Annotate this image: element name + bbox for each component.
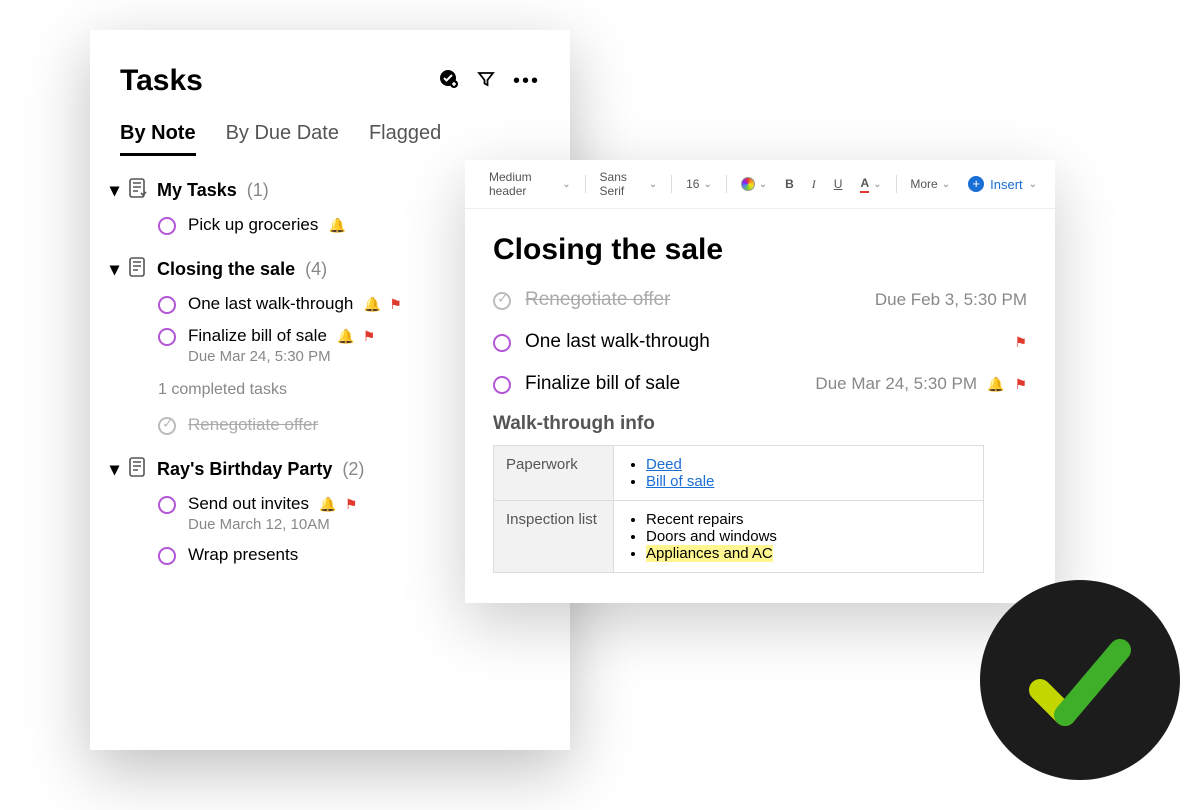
task-text: Renegotiate offer — [188, 415, 318, 434]
more-icon[interactable]: ••• — [513, 70, 540, 93]
task-text: One last walk-through — [525, 331, 710, 353]
tasks-title: Tasks — [120, 64, 439, 98]
table-label[interactable]: Inspection list — [494, 501, 614, 573]
task-text: Renegotiate offer — [525, 289, 670, 311]
insert-button[interactable]: + Insert ⌄ — [968, 176, 1037, 192]
list-item: Deed — [646, 456, 971, 473]
bell-icon: 🔔 — [329, 217, 346, 234]
section-count: (4) — [305, 259, 327, 280]
task-text: Send out invites — [188, 494, 309, 513]
check-badge — [980, 580, 1180, 780]
table-label[interactable]: Paperwork — [494, 446, 614, 501]
section-count: (1) — [247, 180, 269, 201]
list-item: Bill of sale — [646, 473, 971, 490]
table-cell[interactable]: Recent repairs Doors and windows Applian… — [614, 501, 984, 573]
editor-panel: Medium header⌄ Sans Serif⌄ 16⌄ ⌄ B I U A… — [465, 160, 1055, 603]
tasks-header: Tasks ••• — [90, 30, 570, 104]
flag-icon: ⚑ — [345, 496, 358, 513]
text-color-picker[interactable]: ⌄ — [735, 177, 773, 191]
section-name: Closing the sale — [157, 259, 295, 280]
bell-icon: 🔔 — [337, 328, 354, 345]
section-name: Ray's Birthday Party — [157, 459, 332, 480]
task-due: Due Feb 3, 5:30 PM — [875, 290, 1027, 310]
task-checkbox[interactable] — [158, 496, 176, 514]
task-checkbox[interactable] — [158, 296, 176, 314]
task-text: Finalize bill of sale — [188, 326, 327, 345]
info-table[interactable]: Paperwork Deed Bill of sale Inspection l… — [493, 445, 984, 573]
task-text: Finalize bill of sale — [525, 373, 680, 395]
task-due: Due Mar 24, 5:30 PM — [815, 374, 977, 394]
task-due: Due March 12, 10AM — [188, 516, 357, 533]
size-label: 16 — [686, 177, 699, 191]
flag-icon[interactable]: ⚑ — [1014, 334, 1027, 351]
tasks-tabs: By Note By Due Date Flagged — [90, 104, 570, 156]
table-cell[interactable]: Deed Bill of sale — [614, 446, 984, 501]
chevron-down-icon: ▾ — [110, 180, 119, 201]
task-checkbox[interactable] — [158, 417, 176, 435]
task-checkbox[interactable] — [493, 334, 511, 352]
separator — [726, 175, 727, 193]
highlighted-text: Appliances and AC — [646, 545, 773, 562]
separator — [896, 175, 897, 193]
tasks-note-icon — [129, 178, 147, 203]
task-row[interactable]: Renegotiate offer Due Feb 3, 5:30 PM — [493, 279, 1027, 321]
section-count: (2) — [342, 459, 364, 480]
style-label: Medium header — [489, 170, 558, 198]
task-checkbox[interactable] — [493, 376, 511, 394]
task-text: Wrap presents — [188, 545, 298, 564]
separator — [585, 175, 586, 193]
editor-toolbar: Medium header⌄ Sans Serif⌄ 16⌄ ⌄ B I U A… — [465, 160, 1055, 209]
highlight-button[interactable]: A⌄ — [854, 176, 887, 193]
bell-icon: 🔔 — [319, 496, 336, 513]
chevron-down-icon: ▾ — [110, 259, 119, 280]
link-deed[interactable]: Deed — [646, 456, 682, 473]
task-text: One last walk-through — [188, 294, 353, 313]
style-dropdown[interactable]: Medium header⌄ — [483, 170, 577, 198]
task-text: Pick up groceries — [188, 215, 318, 234]
list-item: Appliances and AC — [646, 545, 971, 562]
add-task-icon[interactable] — [439, 69, 459, 94]
size-dropdown[interactable]: 16⌄ — [680, 177, 718, 191]
tab-by-note[interactable]: By Note — [120, 122, 196, 156]
more-dropdown[interactable]: More⌄ — [904, 177, 956, 191]
italic-button[interactable]: I — [806, 177, 822, 192]
flag-icon[interactable]: ⚑ — [1014, 376, 1027, 393]
more-label: More — [910, 177, 937, 191]
task-checkbox[interactable] — [158, 547, 176, 565]
note-icon — [129, 457, 147, 482]
tab-flagged[interactable]: Flagged — [369, 122, 441, 156]
font-label: Sans Serif — [600, 170, 645, 198]
chevron-down-icon: ▾ — [110, 459, 119, 480]
note-icon — [129, 257, 147, 282]
link-bill-of-sale[interactable]: Bill of sale — [646, 473, 714, 490]
tab-by-due-date[interactable]: By Due Date — [226, 122, 339, 156]
separator — [671, 175, 672, 193]
task-row[interactable]: One last walk-through ⚑ — [493, 321, 1027, 363]
flag-icon: ⚑ — [389, 296, 402, 313]
task-due: Due Mar 24, 5:30 PM — [188, 348, 375, 365]
bell-icon[interactable]: 🔔 — [987, 376, 1004, 393]
insert-label: Insert — [990, 177, 1023, 192]
subheading[interactable]: Walk-through info — [493, 413, 1027, 435]
task-row[interactable]: Finalize bill of sale Due Mar 24, 5:30 P… — [493, 363, 1027, 405]
filter-icon[interactable] — [477, 70, 495, 93]
font-dropdown[interactable]: Sans Serif⌄ — [594, 170, 664, 198]
note-title[interactable]: Closing the sale — [493, 233, 1027, 267]
section-name: My Tasks — [157, 180, 237, 201]
bold-button[interactable]: B — [779, 177, 800, 191]
list-item: Recent repairs — [646, 511, 971, 528]
task-checkbox[interactable] — [158, 328, 176, 346]
plus-icon: + — [968, 176, 984, 192]
editor-body[interactable]: Closing the sale Renegotiate offer Due F… — [465, 209, 1055, 603]
bell-icon: 🔔 — [364, 296, 381, 313]
task-checkbox[interactable] — [158, 217, 176, 235]
color-swatch-icon — [741, 177, 755, 191]
flag-icon: ⚑ — [363, 328, 376, 345]
underline-button[interactable]: U — [828, 177, 849, 191]
checkmark-icon — [1020, 620, 1140, 740]
list-item: Doors and windows — [646, 528, 971, 545]
task-checkbox[interactable] — [493, 292, 511, 310]
